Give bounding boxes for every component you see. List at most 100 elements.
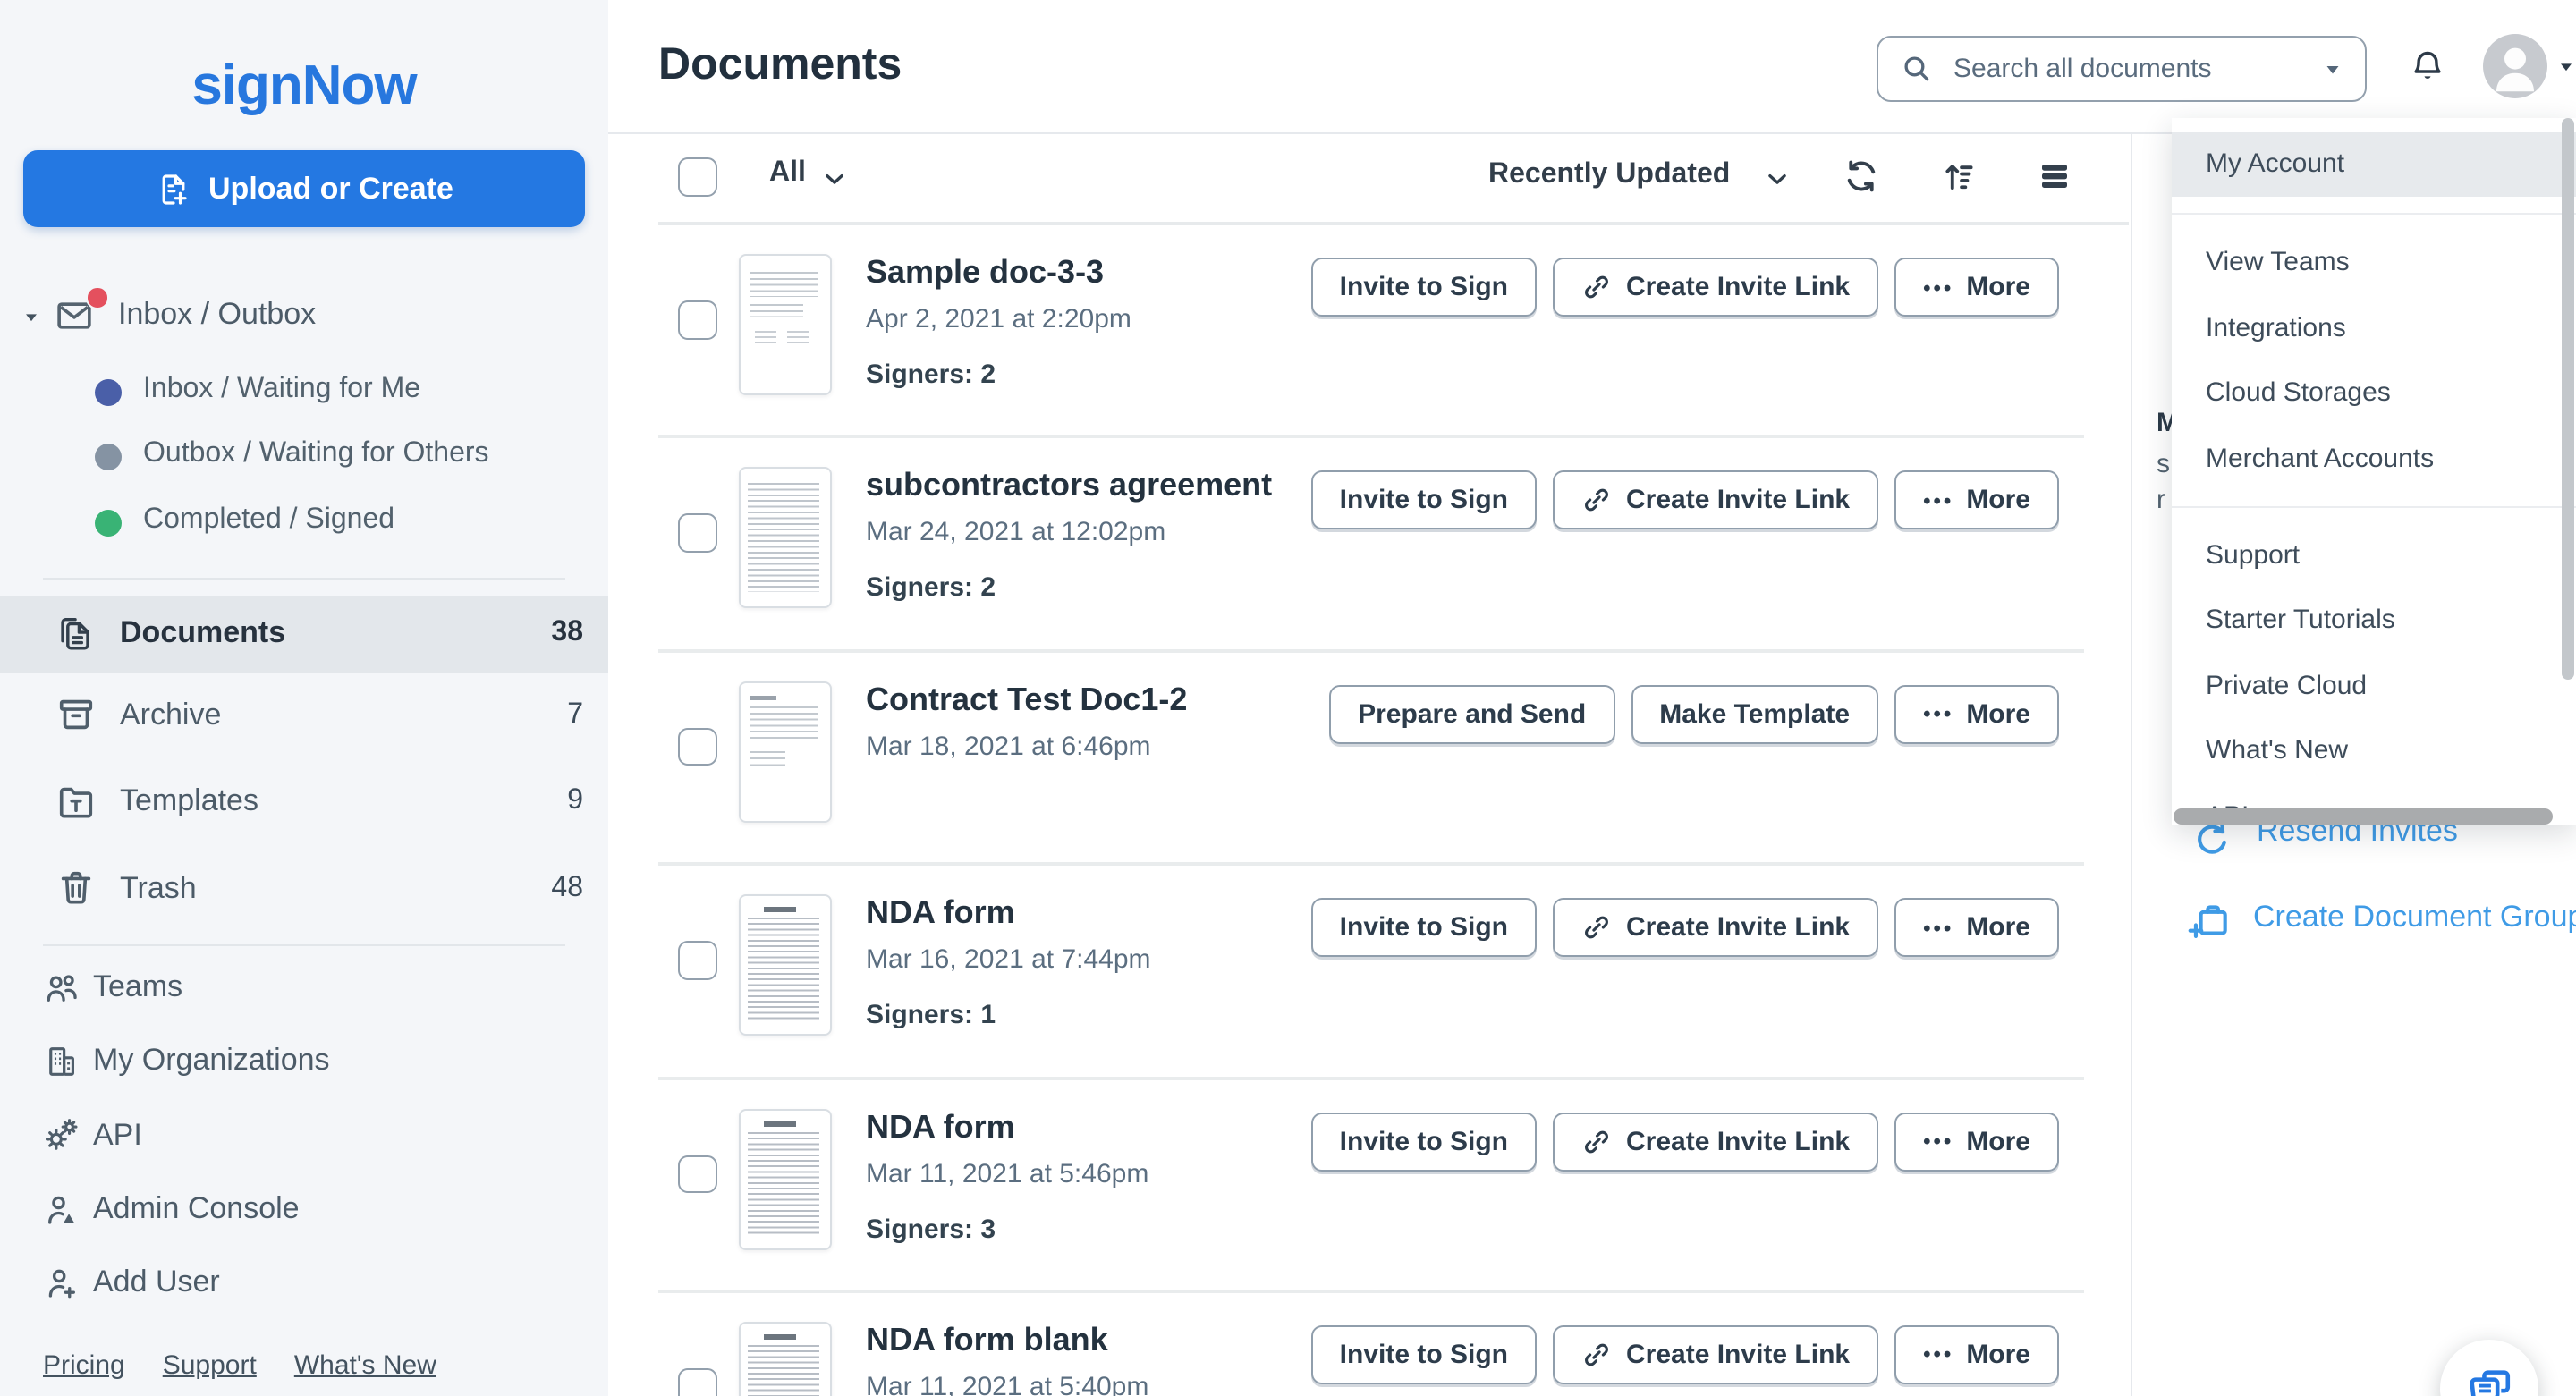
- notifications-bell-icon[interactable]: [2408, 47, 2447, 86]
- more-button[interactable]: ••• More: [1894, 258, 2059, 317]
- refresh-icon[interactable]: [1843, 157, 1880, 195]
- secondary-action-button[interactable]: Create Invite Link: [1553, 898, 1878, 957]
- sidebar-folder-item[interactable]: Archive 7: [0, 672, 608, 758]
- primary-action-button[interactable]: Invite to Sign: [1311, 898, 1537, 957]
- secondary-action-button[interactable]: Make Template: [1631, 685, 1878, 744]
- document-date: Mar 11, 2021 at 5:40pm: [866, 1372, 1148, 1396]
- select-all-checkbox[interactable]: [678, 157, 716, 196]
- sidebar-tool-item[interactable]: Teams: [0, 951, 608, 1025]
- sidebar-tool-item[interactable]: Add User: [0, 1246, 608, 1320]
- document-title[interactable]: NDA form: [866, 1108, 1015, 1146]
- document-title[interactable]: NDA form blank: [866, 1322, 1108, 1359]
- account-menu-item[interactable]: What's New: [2172, 720, 2576, 785]
- more-button[interactable]: ••• More: [1894, 471, 2059, 530]
- footer-link[interactable]: Pricing: [43, 1350, 125, 1381]
- search-icon: [1900, 52, 1934, 86]
- sidebar-item-inbox-outbox[interactable]: Inbox / Outbox: [0, 292, 608, 342]
- account-menu-item[interactable]: Integrations: [2172, 296, 2576, 361]
- sidebar-tool-item[interactable]: API: [0, 1098, 608, 1172]
- secondary-action-button[interactable]: Create Invite Link: [1553, 471, 1878, 530]
- more-button[interactable]: ••• More: [1894, 685, 2059, 744]
- document-thumbnail[interactable]: [739, 894, 832, 1036]
- sort-order-icon[interactable]: [1941, 157, 1979, 195]
- caret-down-icon[interactable]: [21, 308, 41, 327]
- account-menu-item[interactable]: Merchant Accounts: [2172, 427, 2576, 493]
- row-checkbox[interactable]: [678, 1155, 716, 1193]
- avatar[interactable]: [2483, 33, 2547, 97]
- primary-action-button[interactable]: Prepare and Send: [1329, 685, 1614, 744]
- create-document-group-label: Create Document Group: [2253, 900, 2576, 935]
- account-menu-item[interactable]: Starter Tutorials: [2172, 588, 2576, 654]
- document-rows: Sample doc-3-3 Apr 2, 2021 at 2:20pm Sig…: [658, 225, 2129, 1396]
- primary-action-button[interactable]: Invite to Sign: [1311, 1112, 1537, 1171]
- menu-item-my-account[interactable]: My Account: [2172, 131, 2576, 197]
- account-menu-item[interactable]: Private Cloud: [2172, 655, 2576, 720]
- row-actions: Prepare and Send Make Template ••• More: [1329, 685, 2059, 744]
- more-button[interactable]: ••• More: [1894, 1112, 2059, 1171]
- sidebar-folder-item[interactable]: Documents 38: [0, 595, 608, 672]
- search-input[interactable]: [1950, 39, 2315, 98]
- document-thumbnail[interactable]: [739, 254, 832, 395]
- sidebar-divider: [43, 578, 565, 580]
- sort-chevron-down-icon[interactable]: [1764, 166, 1791, 193]
- secondary-action-button[interactable]: Create Invite Link: [1553, 1325, 1878, 1384]
- sidebar-tool-item[interactable]: My Organizations: [0, 1025, 608, 1099]
- document-title[interactable]: Sample doc-3-3: [866, 254, 1104, 292]
- page-title: Documents: [658, 39, 902, 91]
- account-menu-item[interactable]: Cloud Storages: [2172, 362, 2576, 427]
- primary-action-button[interactable]: Invite to Sign: [1311, 258, 1537, 317]
- primary-action-label: Invite to Sign: [1340, 486, 1508, 516]
- row-checkbox[interactable]: [678, 728, 716, 766]
- row-checkbox[interactable]: [678, 941, 716, 979]
- footer-link[interactable]: What's New: [294, 1350, 436, 1381]
- document-thumbnail[interactable]: [739, 681, 832, 823]
- sidebar-subitem[interactable]: Outbox / Waiting for Others: [0, 424, 608, 489]
- account-menu-item[interactable]: View Teams: [2172, 231, 2576, 296]
- document-title[interactable]: NDA form: [866, 894, 1015, 932]
- secondary-action-label: Create Invite Link: [1626, 272, 1850, 302]
- more-dots-icon: •••: [1923, 702, 1953, 727]
- status-dot-icon: [95, 444, 122, 470]
- link-icon: [1581, 272, 1612, 302]
- menu-divider: [2172, 213, 2576, 215]
- search-box[interactable]: [1877, 36, 2367, 102]
- secondary-action-label: Make Template: [1659, 699, 1850, 730]
- signnow-logo[interactable]: signNow: [0, 54, 608, 118]
- footer-link[interactable]: Support: [163, 1350, 257, 1381]
- secondary-action-button[interactable]: Create Invite Link: [1553, 1112, 1878, 1171]
- list-toolbar: All Recently Updated: [658, 132, 2129, 225]
- row-checkbox[interactable]: [678, 1368, 716, 1396]
- list-view-icon[interactable]: [2036, 157, 2073, 195]
- more-button[interactable]: ••• More: [1894, 1325, 2059, 1384]
- row-checkbox[interactable]: [678, 514, 716, 553]
- sidebar-tool-item[interactable]: Admin Console: [0, 1172, 608, 1247]
- sort-dropdown[interactable]: Recently Updated: [1488, 158, 1730, 190]
- document-thumbnail[interactable]: [739, 1322, 832, 1396]
- document-thumbnail[interactable]: [739, 1108, 832, 1249]
- folder-item-count: 48: [551, 873, 583, 905]
- secondary-action-button[interactable]: Create Invite Link: [1553, 258, 1878, 317]
- primary-action-label: Prepare and Send: [1358, 699, 1586, 730]
- upload-or-create-button[interactable]: Upload or Create: [23, 150, 585, 227]
- document-row: subcontractors agreement Mar 24, 2021 at…: [658, 439, 2129, 653]
- sidebar-folder-item[interactable]: Trash 48: [0, 845, 608, 932]
- primary-action-button[interactable]: Invite to Sign: [1311, 471, 1537, 530]
- filter-dropdown[interactable]: All: [769, 157, 806, 190]
- menu-horizontal-scrollbar[interactable]: [2173, 808, 2552, 824]
- document-thumbnail[interactable]: [739, 468, 832, 609]
- sidebar-subitem[interactable]: Inbox / Waiting for Me: [0, 359, 608, 424]
- document-title[interactable]: Contract Test Doc1-2: [866, 681, 1187, 719]
- page-vertical-scrollbar[interactable]: [2561, 118, 2574, 680]
- primary-action-button[interactable]: Invite to Sign: [1311, 1325, 1537, 1384]
- account-caret-icon[interactable]: [2556, 57, 2576, 77]
- filter-chevron-down-icon[interactable]: [821, 166, 848, 193]
- document-list: All Recently Updated Sample doc-3-3 Apr …: [658, 132, 2129, 1396]
- folder-item-label: Documents: [120, 615, 285, 651]
- account-menu-item[interactable]: Support: [2172, 523, 2576, 588]
- sidebar-subitem[interactable]: Completed / Signed: [0, 490, 608, 555]
- row-checkbox[interactable]: [678, 300, 716, 339]
- document-title[interactable]: subcontractors agreement: [866, 468, 1272, 505]
- more-button[interactable]: ••• More: [1894, 898, 2059, 957]
- sidebar-folder-item[interactable]: Templates 9: [0, 758, 608, 845]
- search-scope-caret-icon[interactable]: [2322, 59, 2343, 80]
